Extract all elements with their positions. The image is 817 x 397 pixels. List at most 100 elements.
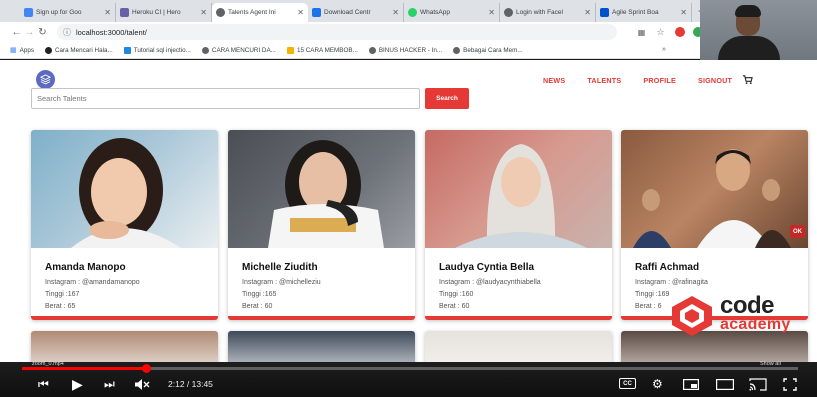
next-icon[interactable]: ⏭ [104, 377, 115, 391]
back-arrow-icon[interactable]: ← [10, 27, 23, 38]
search-button[interactable]: Search [425, 88, 469, 109]
tab-favicon [504, 8, 513, 17]
progress-bar[interactable] [22, 364, 798, 373]
miniplayer-icon[interactable] [683, 379, 699, 390]
bookmark-item[interactable]: Tutorial sql injectio... [123, 46, 191, 54]
bookmark-item[interactable]: BINUS HACKER - In... [368, 46, 443, 54]
tab-title: Heroku CI | Hero [132, 9, 181, 16]
nav-news[interactable]: NEWS [543, 76, 565, 85]
bookmark-label: CARA MENCURI DA... [211, 46, 276, 54]
talent-name: Amanda Manopo [45, 262, 126, 273]
close-icon[interactable]: ✕ [680, 8, 687, 17]
gear-icon[interactable]: ⚙ [652, 377, 663, 391]
star-icon[interactable]: ☆ [654, 27, 667, 38]
cart-icon[interactable] [742, 74, 753, 85]
talent-photo-illustration [455, 144, 587, 248]
url-text: localhost:3000/talent/ [76, 27, 147, 37]
browser-tab[interactable]: Agile Sprint Boa ✕ [596, 3, 692, 22]
bookmark-apps[interactable]: ▦ Apps [10, 46, 34, 55]
web-page: NEWS TALENTS PROFILE SIGNOUT Search Aman… [0, 60, 817, 362]
talent-name: Michelle Ziudith [242, 262, 318, 273]
reload-icon[interactable]: ↻ [36, 27, 49, 38]
talent-card[interactable]: Amanda Manopo Instagram : @amandamanopo … [31, 130, 218, 320]
play-icon[interactable]: ▶ [72, 377, 83, 391]
bookmark-label: BINUS HACKER - In... [378, 46, 443, 54]
url-bar[interactable]: ⓘ localhost:3000/talent/ [57, 24, 617, 40]
talent-instagram: Instagram : @amandamanopo [45, 279, 140, 286]
talent-name: Raffi Achmad [635, 262, 700, 273]
bookmarks-more-icon[interactable]: » [662, 46, 666, 53]
browser-tab[interactable]: Download Centr ✕ [308, 3, 404, 22]
talent-card[interactable]: Michelle Ziudith Instagram : @michellezi… [228, 130, 415, 320]
close-icon[interactable]: ✕ [200, 8, 207, 17]
close-icon[interactable]: ✕ [392, 8, 399, 17]
bookmark-icon [201, 46, 209, 54]
talent-card-partial[interactable] [228, 331, 415, 362]
bookmark-icon [368, 46, 376, 54]
captions-button[interactable]: CC [619, 378, 636, 389]
tab-title: Talents Agent Ini [228, 9, 276, 16]
extension-icon[interactable] [675, 27, 685, 37]
nav-talents[interactable]: TALENTS [587, 76, 621, 85]
talent-name: Laudya Cyntia Bella [439, 262, 535, 273]
talent-height: Tinggi :160 [439, 291, 474, 298]
browser-tab[interactable]: WhatsApp ✕ [404, 3, 500, 22]
close-icon[interactable]: ✕ [584, 8, 591, 17]
progress-fill [22, 367, 147, 370]
browser-tab[interactable]: Heroku CI | Hero ✕ [116, 3, 212, 22]
bookmark-label: Tutorial sql injectio... [133, 46, 191, 54]
tab-favicon [312, 8, 321, 17]
bookmark-label: Bebagai Cara Mem... [463, 46, 523, 54]
bookmark-item[interactable]: 15 CARA MEMBOB... [286, 46, 358, 54]
talent-weight: Berat : 65 [45, 303, 76, 310]
cast-icon[interactable] [749, 378, 767, 391]
time-display: 2:12 / 13:45 [168, 379, 213, 389]
bookmark-icon [123, 46, 131, 54]
theater-mode-icon[interactable] [716, 379, 734, 390]
bookmark-label: Cara Mencari Hala... [54, 46, 113, 54]
forward-arrow-icon[interactable]: → [23, 27, 36, 38]
tab-favicon [216, 8, 225, 17]
talent-photo [425, 130, 612, 248]
talent-card-partial[interactable] [425, 331, 612, 362]
previous-icon[interactable]: ⏮ [38, 377, 49, 391]
close-icon[interactable]: ✕ [104, 8, 111, 17]
card-accent-bar [228, 316, 415, 320]
bookmarks-bar: ▦ Apps Cara Mencari Hala... Tutorial sql … [0, 42, 817, 59]
talent-photo-illustration [71, 138, 181, 248]
nav-profile[interactable]: PROFILE [643, 76, 676, 85]
bookmark-item[interactable]: Cara Mencari Hala... [44, 46, 113, 54]
talent-photo-illustration [268, 140, 384, 248]
talent-card[interactable]: Laudya Cyntia Bella Instagram : @laudyac… [425, 130, 612, 320]
tab-title: Login with Facel [516, 9, 563, 16]
bookmark-label: Apps [19, 46, 34, 54]
talent-weight: Berat : 60 [439, 303, 470, 310]
top-navigation: NEWS TALENTS PROFILE SIGNOUT [543, 76, 754, 85]
bookmark-item[interactable]: CARA MENCURI DA... [201, 46, 276, 54]
close-icon[interactable]: ✕ [297, 8, 304, 17]
bookmark-item[interactable]: Bebagai Cara Mem... [453, 46, 523, 54]
close-icon[interactable]: ✕ [488, 8, 495, 17]
tab-favicon [408, 8, 417, 17]
tab-title: Sign up for Goo [36, 9, 82, 16]
info-icon[interactable]: ⓘ [63, 27, 71, 38]
tab-title: Agile Sprint Boa [612, 9, 659, 16]
search-input[interactable] [31, 88, 420, 109]
address-bar-row: ← → ↻ ⓘ localhost:3000/talent/ ▦ ☆ [0, 22, 817, 42]
talent-card-partial[interactable] [31, 331, 218, 362]
volume-muted-icon[interactable] [134, 378, 150, 391]
site-logo[interactable] [36, 70, 55, 89]
bookmark-icon [286, 46, 294, 54]
code-academy-logo-icon [672, 296, 712, 336]
browser-tab-active[interactable]: Talents Agent Ini ✕ [212, 3, 308, 22]
browser-tab[interactable]: Sign up for Goo ✕ [20, 3, 116, 22]
ok-badge: OK [790, 225, 805, 238]
tab-favicon [600, 8, 609, 17]
browser-tab-strip: Sign up for Goo ✕ Heroku CI | Hero ✕ Talen… [0, 0, 817, 22]
nav-signout[interactable]: SIGNOUT [698, 76, 732, 85]
browser-tab[interactable]: Login with Facel ✕ [500, 3, 596, 22]
progress-scrubber[interactable] [141, 364, 151, 373]
translate-icon[interactable]: ▦ [635, 28, 648, 37]
fullscreen-icon[interactable] [783, 378, 797, 391]
card-accent-bar [425, 316, 612, 320]
